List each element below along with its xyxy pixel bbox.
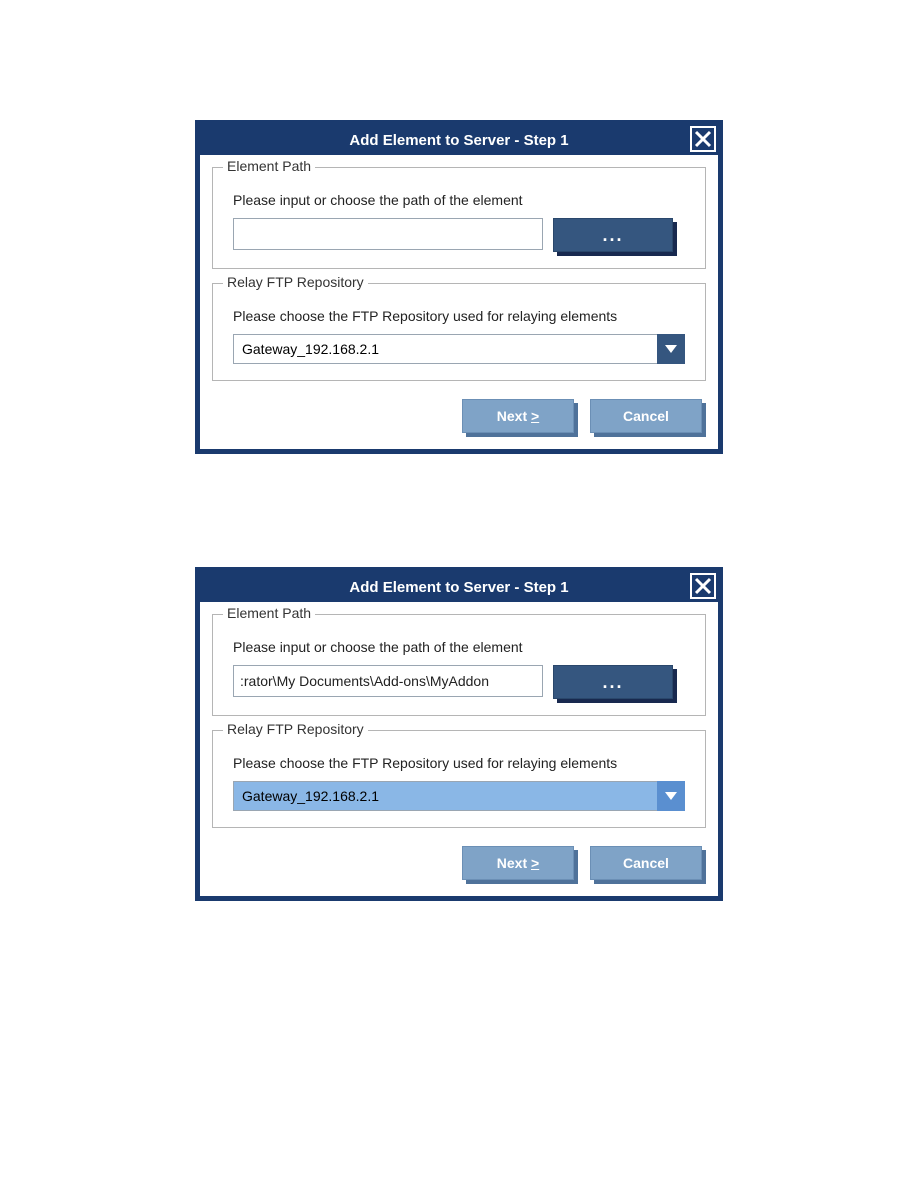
element-path-input[interactable] [233, 665, 543, 697]
cancel-button[interactable]: Cancel [590, 399, 702, 433]
element-path-group: Element Path Please input or choose the … [212, 167, 706, 269]
titlebar: Add Element to Server - Step 1 [200, 125, 718, 155]
cancel-button-label: Cancel [623, 855, 669, 871]
titlebar: Add Element to Server - Step 1 [200, 572, 718, 602]
element-path-group: Element Path Please input or choose the … [212, 614, 706, 716]
chevron-down-icon [665, 345, 677, 353]
ftp-repo-group: Relay FTP Repository Please choose the F… [212, 283, 706, 381]
ftp-repo-select[interactable]: Gateway_192.168.2.1 [233, 334, 685, 364]
element-path-input[interactable] [233, 218, 543, 250]
ftp-repo-legend: Relay FTP Repository [223, 274, 368, 290]
element-path-legend: Element Path [223, 605, 315, 621]
browse-button-label: ... [602, 672, 623, 693]
browse-button[interactable]: ... [553, 218, 673, 252]
ftp-repo-group: Relay FTP Repository Please choose the F… [212, 730, 706, 828]
next-button-label: Next > [497, 408, 539, 424]
dialog-title: Add Element to Server - Step 1 [349, 132, 568, 149]
close-button[interactable] [690, 573, 716, 599]
element-path-legend: Element Path [223, 158, 315, 174]
dropdown-arrow[interactable] [657, 781, 685, 811]
ftp-repo-legend: Relay FTP Repository [223, 721, 368, 737]
next-button[interactable]: Next > [462, 846, 574, 880]
next-button-label: Next > [497, 855, 539, 871]
dialog-footer: Next > Cancel [212, 842, 706, 882]
wizard-dialog: Add Element to Server - Step 1 Element P… [195, 567, 723, 901]
dropdown-arrow[interactable] [657, 334, 685, 364]
dialog-body: Element Path Please input or choose the … [200, 602, 718, 896]
ftp-repo-prompt: Please choose the FTP Repository used fo… [233, 755, 691, 771]
dialog-body: Element Path Please input or choose the … [200, 155, 718, 449]
ftp-repo-value: Gateway_192.168.2.1 [242, 341, 379, 357]
close-icon [694, 130, 712, 148]
dialog-title: Add Element to Server - Step 1 [349, 579, 568, 596]
chevron-down-icon [665, 792, 677, 800]
close-icon [694, 577, 712, 595]
browse-button[interactable]: ... [553, 665, 673, 699]
wizard-dialog: Add Element to Server - Step 1 Element P… [195, 120, 723, 454]
ftp-repo-selected[interactable]: Gateway_192.168.2.1 [233, 781, 685, 811]
browse-button-label: ... [602, 225, 623, 246]
ftp-repo-value: Gateway_192.168.2.1 [242, 788, 379, 804]
ftp-repo-selected[interactable]: Gateway_192.168.2.1 [233, 334, 685, 364]
dialog-footer: Next > Cancel [212, 395, 706, 435]
ftp-repo-prompt: Please choose the FTP Repository used fo… [233, 308, 691, 324]
element-path-prompt: Please input or choose the path of the e… [233, 192, 691, 208]
ftp-repo-select[interactable]: Gateway_192.168.2.1 [233, 781, 685, 811]
element-path-prompt: Please input or choose the path of the e… [233, 639, 691, 655]
cancel-button[interactable]: Cancel [590, 846, 702, 880]
close-button[interactable] [690, 126, 716, 152]
cancel-button-label: Cancel [623, 408, 669, 424]
next-button[interactable]: Next > [462, 399, 574, 433]
